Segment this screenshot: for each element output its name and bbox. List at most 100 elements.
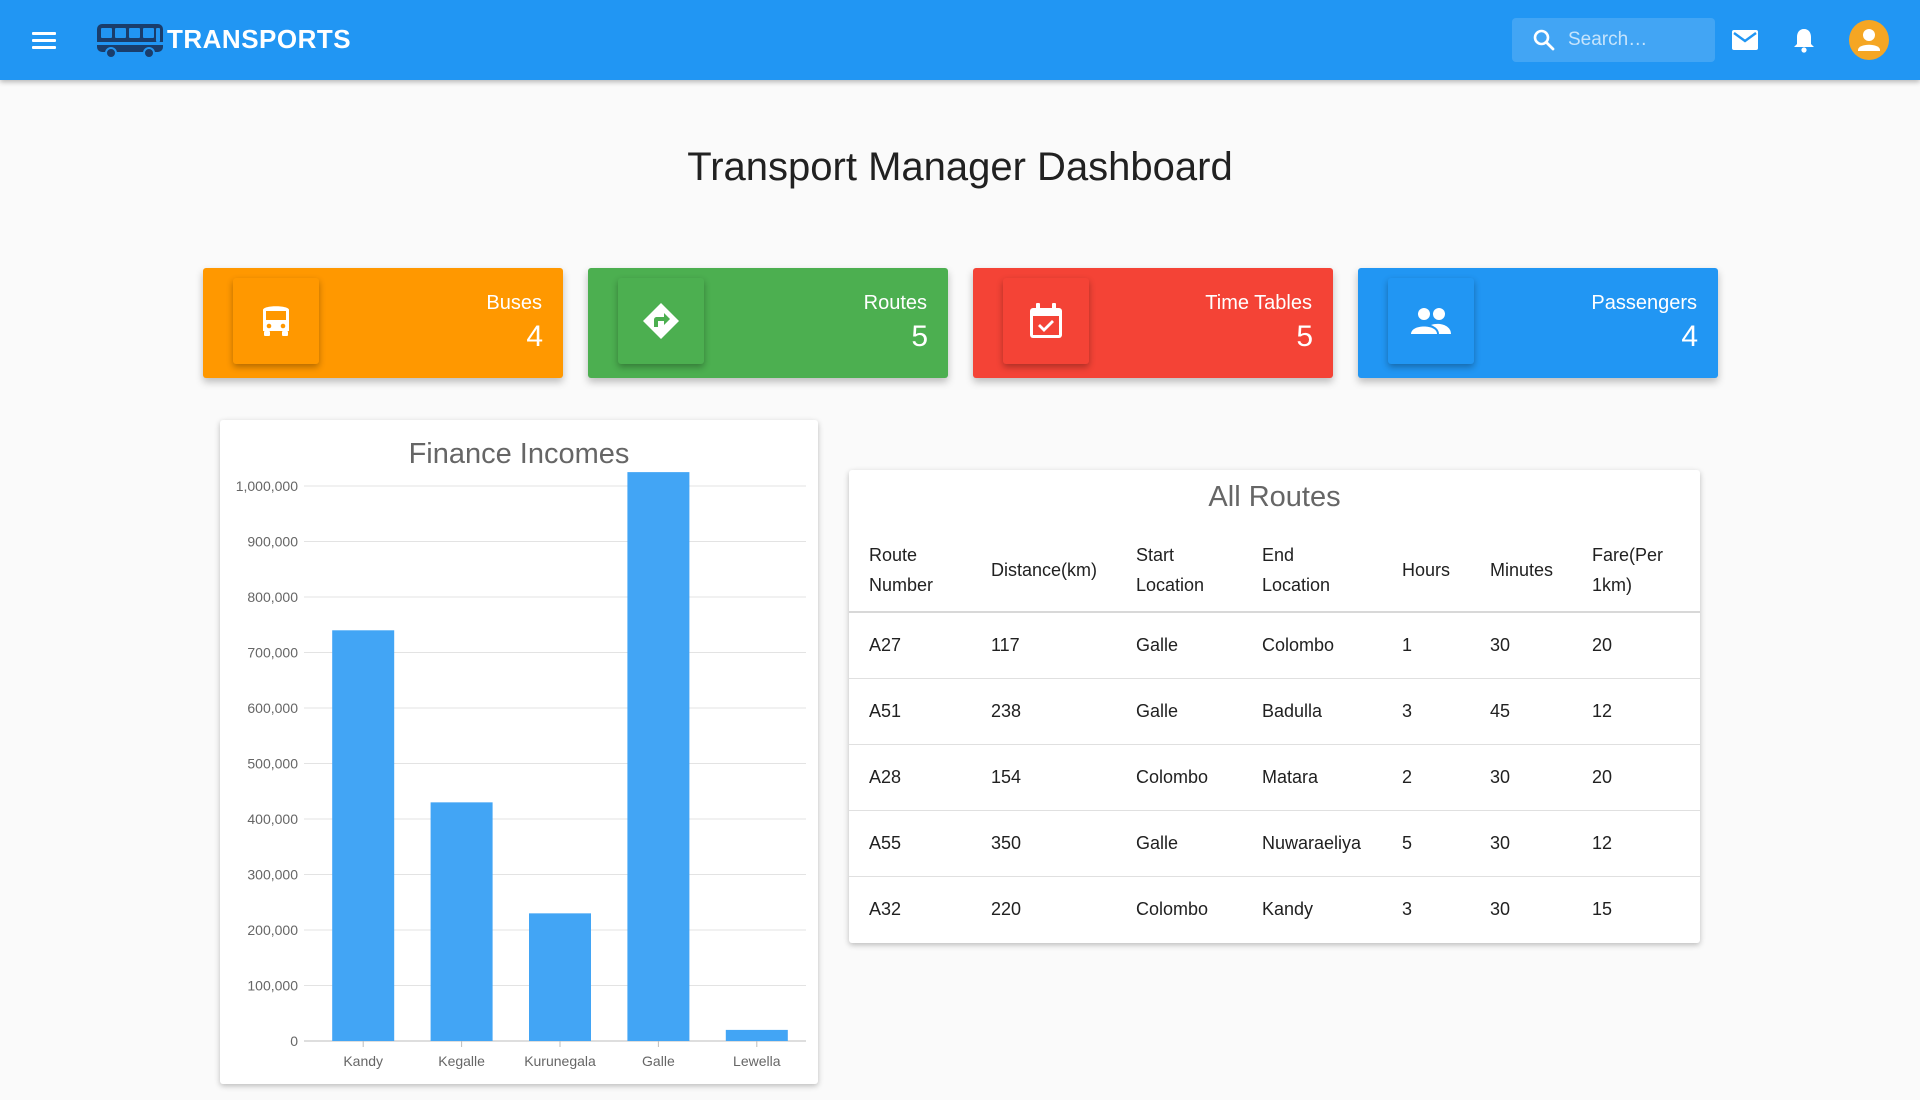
- distance-cell: 238: [971, 678, 1116, 745]
- end-location-cell: Badulla: [1242, 678, 1382, 745]
- brand[interactable]: TRANSPORTS: [95, 18, 351, 60]
- start-location-cell: Colombo: [1136, 898, 1209, 919]
- start-location-cell: Galle: [1116, 612, 1242, 679]
- distance-cell: 154: [971, 744, 1116, 811]
- finance-bar-chart: 0 100,000 200,000 300,000 400,000 500,000 600,…: [236, 472, 806, 1069]
- chart-bar: [430, 802, 493, 1041]
- end-location-cell: Kandy: [1262, 898, 1314, 919]
- minutes-cell: 30: [1490, 898, 1511, 919]
- calendar-check-icon: [1030, 303, 1062, 338]
- start-location-cell: Galle: [1116, 678, 1242, 745]
- distance-cell: 117: [971, 612, 1116, 679]
- start-location-cell: Colombo: [1116, 744, 1242, 811]
- x-tick-label: Kurunegala: [524, 1053, 596, 1069]
- stat-icon-tile: [233, 278, 319, 364]
- search-icon: [1533, 29, 1555, 51]
- account-icon: [1858, 29, 1880, 51]
- stat-icon-tile: [618, 278, 704, 364]
- directions-icon: [643, 303, 679, 339]
- minutes-cell: 30: [1470, 810, 1572, 877]
- stat-icon-tile: [1003, 278, 1089, 364]
- chart-bar: [332, 630, 395, 1041]
- stat-label: Time Tables: [1205, 292, 1312, 314]
- header-line: Route: [869, 544, 918, 565]
- header-line: Minutes: [1490, 559, 1554, 580]
- minutes-cell: 45: [1470, 678, 1572, 745]
- hours-cell: 5: [1382, 810, 1470, 877]
- mail-button[interactable]: [1727, 22, 1763, 58]
- y-tick-label: 300,000: [247, 867, 298, 883]
- header-line: 1km): [1592, 574, 1632, 595]
- fare-cell: 15: [1592, 898, 1613, 919]
- search-input[interactable]: [1568, 29, 1708, 51]
- chart-bar: [627, 472, 690, 1041]
- table-row[interactable]: A32 220 Colombo Kandy 3 30 15: [849, 876, 1700, 942]
- column-header: Route Number: [849, 528, 971, 613]
- table-row[interactable]: A27 117 Galle Colombo 1 30 20: [849, 612, 1700, 679]
- menu-button[interactable]: [28, 26, 62, 54]
- end-location-cell: Matara: [1242, 744, 1382, 811]
- x-tick-label: Kandy: [343, 1053, 383, 1069]
- user-avatar[interactable]: [1849, 20, 1889, 60]
- stat-card-passengers[interactable]: Passengers 4: [1358, 268, 1718, 378]
- stat-label: Passengers: [1591, 292, 1697, 314]
- fare-cell: 12: [1572, 678, 1700, 745]
- y-tick-label: 600,000: [247, 700, 298, 716]
- header-line: Location: [1136, 574, 1205, 595]
- y-tick-label: 100,000: [247, 978, 298, 994]
- y-tick-label: 400,000: [247, 811, 298, 827]
- hours-cell: 3: [1382, 678, 1470, 745]
- route-number-cell: A51: [849, 678, 971, 745]
- routes-table: Route Number Distance(km) Start Location E…: [849, 528, 1700, 942]
- route-number-cell: A55: [849, 810, 971, 877]
- stat-icon-tile: [1388, 278, 1474, 364]
- bus-logo-icon: [97, 24, 163, 59]
- stat-value: 4: [526, 320, 543, 353]
- stat-value: 5: [1296, 320, 1313, 353]
- header-line: Start: [1136, 544, 1175, 565]
- minutes-cell: 30: [1470, 612, 1572, 679]
- stat-label: Routes: [863, 292, 927, 314]
- app-title: TRANSPORTS: [167, 23, 352, 54]
- table-row[interactable]: A55 350 Galle Nuwaraeliya 5 30 12: [849, 810, 1700, 877]
- end-location-cell: Colombo: [1242, 612, 1382, 679]
- chart-bar: [725, 1029, 788, 1041]
- fare-cell: 12: [1572, 810, 1700, 877]
- search-box[interactable]: [1512, 18, 1715, 62]
- y-tick-label: 0: [290, 1033, 298, 1049]
- table-row[interactable]: A28 154 Colombo Matara 2 30 20: [849, 744, 1700, 811]
- route-number-cell: A27: [849, 612, 971, 679]
- y-tick-label: 1,000,000: [236, 478, 298, 494]
- routes-table-card: All Routes Route Number Distance(km) Star…: [849, 470, 1700, 943]
- y-tick-label: 700,000: [247, 645, 298, 661]
- x-tick-label: Galle: [642, 1053, 675, 1069]
- column-header: Hours: [1382, 528, 1470, 613]
- y-tick-label: 900,000: [247, 534, 298, 550]
- chart-bar: [529, 913, 591, 1041]
- column-header: Distance(km): [971, 528, 1116, 613]
- header-line: Number: [869, 574, 934, 595]
- fare-cell: 20: [1572, 744, 1700, 811]
- hours-cell: 1: [1382, 612, 1470, 679]
- end-location-cell: Nuwaraeliya: [1242, 810, 1382, 877]
- distance-cell: 220: [991, 898, 1022, 919]
- stat-card-time-tables[interactable]: Time Tables 5: [973, 268, 1333, 378]
- x-tick-label: Lewella: [733, 1053, 781, 1069]
- table-title: All Routes: [1208, 481, 1341, 513]
- header-line: Location: [1262, 574, 1331, 595]
- header-line: Distance(km): [991, 559, 1098, 580]
- table-row[interactable]: A51 238 Galle Badulla 3 45 12: [849, 678, 1700, 745]
- column-header: Minutes: [1470, 528, 1572, 613]
- header-line: Hours: [1402, 559, 1451, 580]
- hours-cell: 2: [1382, 744, 1470, 811]
- route-number-cell: A32: [869, 898, 902, 919]
- distance-cell: 350: [971, 810, 1116, 877]
- stat-card-buses[interactable]: Buses 4: [203, 268, 563, 378]
- fare-cell: 20: [1572, 612, 1700, 679]
- hours-cell: 3: [1402, 898, 1413, 919]
- bell-icon: [1794, 29, 1814, 53]
- notifications-button[interactable]: [1786, 22, 1822, 58]
- stat-card-routes[interactable]: Routes 5: [588, 268, 948, 378]
- x-tick-label: Kegalle: [438, 1053, 485, 1069]
- mail-icon: [1732, 30, 1758, 50]
